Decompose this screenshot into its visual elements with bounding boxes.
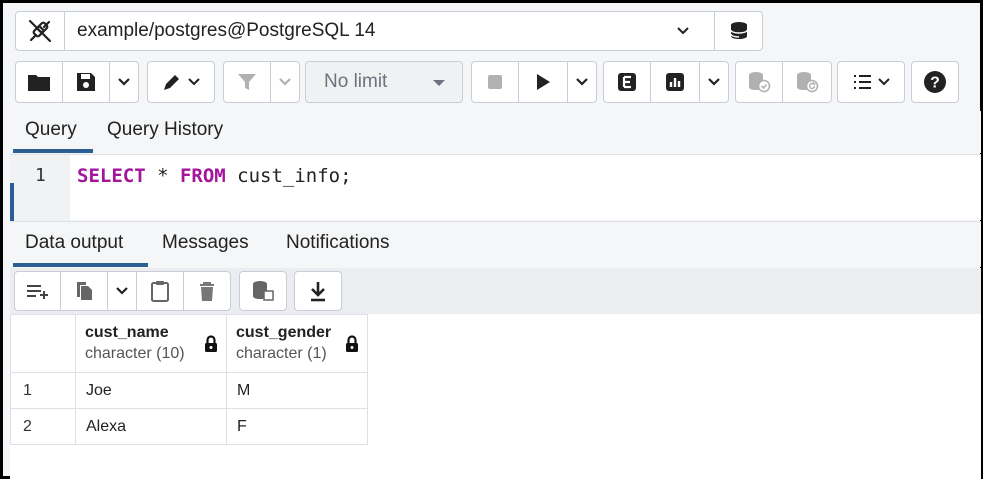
execute-button[interactable] bbox=[518, 61, 568, 103]
chevron-down-icon bbox=[279, 78, 291, 86]
delete-button[interactable] bbox=[183, 271, 231, 311]
connection-status-button[interactable] bbox=[15, 11, 65, 51]
query-tabs: Query Query History bbox=[10, 111, 981, 153]
paste-button[interactable] bbox=[136, 271, 184, 311]
open-file-button[interactable] bbox=[15, 61, 63, 103]
caret-down-icon bbox=[433, 80, 445, 86]
row-number[interactable]: 2 bbox=[10, 408, 76, 445]
commit-button[interactable] bbox=[735, 61, 783, 103]
row-number-header bbox=[10, 314, 76, 373]
table-header-row: cust_name character (10) cust_gender cha… bbox=[10, 314, 368, 373]
lock-icon bbox=[205, 335, 217, 352]
add-row-icon bbox=[26, 285, 48, 299]
save-icon bbox=[77, 73, 95, 91]
save-options-dropdown[interactable] bbox=[109, 61, 139, 103]
filter-dropdown[interactable] bbox=[270, 61, 300, 103]
connection-bar: example/postgres@PostgreSQL 14 bbox=[15, 11, 763, 51]
table-row[interactable]: 1 Joe M bbox=[10, 372, 368, 409]
sql-operator: * bbox=[145, 165, 180, 187]
chevron-down-icon bbox=[576, 78, 588, 86]
chevron-down-icon bbox=[708, 78, 720, 86]
filter-button[interactable] bbox=[223, 61, 271, 103]
new-connection-button[interactable] bbox=[715, 11, 763, 51]
stop-icon bbox=[488, 75, 502, 89]
sql-keyword: SELECT bbox=[77, 165, 146, 187]
svg-text:?: ? bbox=[930, 75, 940, 92]
query-tool-window: example/postgres@PostgreSQL 14 No limit … bbox=[0, 0, 983, 479]
table-row[interactable]: 2 Alexa F bbox=[10, 408, 368, 445]
database-save-icon bbox=[253, 281, 274, 301]
chevron-down-icon bbox=[118, 78, 130, 86]
macros-button[interactable] bbox=[837, 61, 905, 103]
tab-notifications[interactable]: Notifications bbox=[286, 232, 390, 254]
sql-keyword: FROM bbox=[179, 165, 226, 187]
output-toolbar bbox=[10, 268, 981, 314]
tab-query-history[interactable]: Query History bbox=[107, 119, 223, 141]
explain-button[interactable] bbox=[603, 61, 651, 103]
download-icon bbox=[311, 282, 325, 302]
play-icon bbox=[537, 74, 550, 90]
pencil-icon bbox=[164, 75, 179, 90]
row-limit-select[interactable]: No limit bbox=[305, 61, 463, 103]
output-tabs: Data output Messages Notifications bbox=[10, 221, 981, 267]
rollback-button[interactable] bbox=[782, 61, 832, 103]
active-tab-indicator bbox=[13, 263, 148, 267]
clipboard-icon bbox=[151, 281, 169, 302]
database-icon bbox=[729, 22, 748, 39]
save-data-changes-button[interactable] bbox=[239, 271, 287, 311]
row-limit-label: No limit bbox=[324, 71, 388, 92]
column-header-cust-name[interactable]: cust_name character (10) bbox=[75, 314, 227, 373]
cell-cust-name[interactable]: Alexa bbox=[75, 408, 227, 445]
lock-icon bbox=[346, 335, 358, 352]
bar-chart-icon bbox=[666, 73, 684, 91]
copy-button[interactable] bbox=[60, 271, 108, 311]
chevron-down-icon bbox=[878, 78, 890, 86]
list-icon bbox=[854, 75, 871, 89]
add-row-button[interactable] bbox=[14, 271, 61, 311]
stop-button[interactable] bbox=[471, 61, 519, 103]
column-header-cust-gender[interactable]: cust_gender character (1) bbox=[226, 314, 368, 373]
database-rollback-icon bbox=[797, 72, 819, 93]
filter-icon bbox=[238, 74, 256, 90]
chevron-down-icon bbox=[677, 27, 689, 35]
explain-options-dropdown[interactable] bbox=[699, 61, 729, 103]
line-number: 1 bbox=[35, 165, 46, 186]
gutter-marker bbox=[10, 183, 14, 221]
code-line[interactable]: SELECT * FROM cust_info; bbox=[77, 165, 352, 187]
edit-button[interactable] bbox=[147, 61, 215, 103]
sql-editor[interactable]: 1 SELECT * FROM cust_info; bbox=[10, 154, 981, 221]
row-number[interactable]: 1 bbox=[10, 372, 76, 409]
chevron-down-icon bbox=[188, 78, 200, 86]
tab-messages[interactable]: Messages bbox=[162, 232, 249, 254]
cell-cust-gender[interactable]: M bbox=[226, 372, 368, 409]
explain-icon bbox=[618, 73, 636, 91]
connection-label: example/postgres@PostgreSQL 14 bbox=[77, 20, 376, 41]
data-grid: cust_name character (10) cust_gender cha… bbox=[10, 314, 981, 479]
copy-options-dropdown[interactable] bbox=[107, 271, 137, 311]
explain-analyze-button[interactable] bbox=[650, 61, 700, 103]
help-button[interactable]: ? bbox=[911, 61, 959, 103]
save-button[interactable] bbox=[62, 61, 110, 103]
tab-data-output[interactable]: Data output bbox=[25, 232, 123, 254]
editor-gutter: 1 bbox=[10, 155, 70, 221]
cell-cust-name[interactable]: Joe bbox=[75, 372, 227, 409]
chevron-down-icon bbox=[116, 287, 128, 295]
database-commit-icon bbox=[749, 72, 771, 93]
connection-select[interactable]: example/postgres@PostgreSQL 14 bbox=[65, 11, 715, 51]
execute-options-dropdown[interactable] bbox=[567, 61, 597, 103]
download-button[interactable] bbox=[294, 271, 342, 311]
sql-table-name: cust_info; bbox=[225, 165, 352, 187]
tab-query[interactable]: Query bbox=[25, 119, 77, 141]
folder-icon bbox=[28, 75, 50, 91]
cell-cust-gender[interactable]: F bbox=[226, 408, 368, 445]
active-tab-indicator bbox=[13, 149, 93, 153]
disconnected-plug-icon bbox=[28, 19, 52, 43]
copy-icon bbox=[77, 282, 92, 300]
trash-icon bbox=[200, 282, 214, 301]
result-table: cust_name character (10) cust_gender cha… bbox=[10, 314, 368, 445]
query-toolbar: No limit ? bbox=[15, 61, 965, 103]
help-icon: ? bbox=[924, 71, 946, 93]
